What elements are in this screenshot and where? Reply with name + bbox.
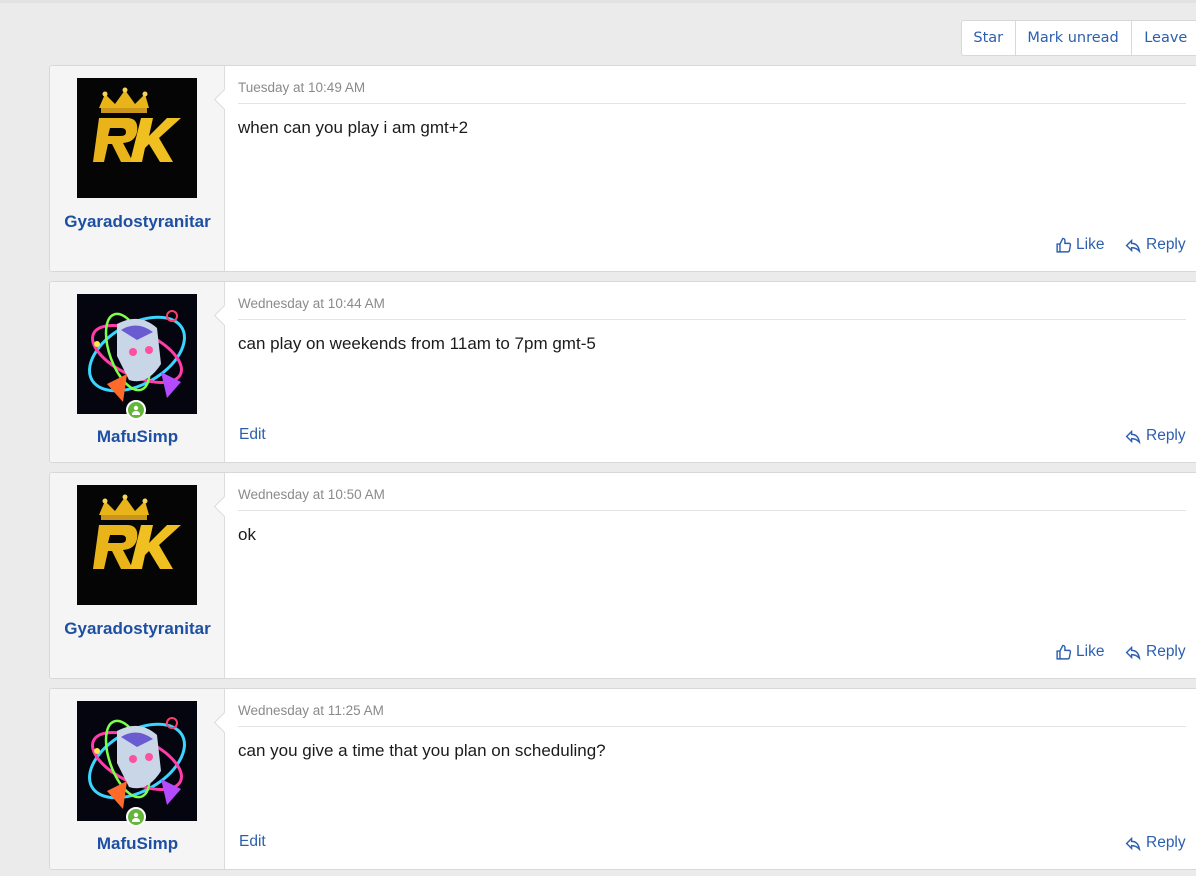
message-text: can play on weekends from 11am to 7pm gm…	[238, 334, 596, 353]
edit-button[interactable]: Edit	[239, 833, 266, 851]
thumbs-up-icon	[1056, 237, 1072, 253]
like-label: Like	[1076, 236, 1105, 253]
user-icon	[132, 812, 140, 822]
username-link[interactable]: MafuSimp	[50, 831, 225, 857]
divider	[238, 510, 1186, 511]
avatar[interactable]	[77, 294, 197, 414]
leave-button[interactable]: Leave	[1132, 21, 1196, 55]
online-status-indicator	[126, 807, 146, 827]
reply-icon	[1125, 429, 1141, 445]
message-content: Wednesday at 10:50 AM ok Like Reply	[225, 473, 1196, 678]
reply-label: Reply	[1146, 236, 1186, 253]
message-timestamp[interactable]: Wednesday at 11:25 AM	[238, 703, 384, 718]
message-2: MafuSimp Wednesday at 10:44 AM can play …	[49, 281, 1196, 463]
message-timestamp[interactable]: Wednesday at 10:44 AM	[238, 296, 385, 311]
divider	[238, 726, 1186, 727]
reply-icon	[1125, 836, 1141, 852]
message-user-info: MafuSimp	[50, 282, 225, 462]
user-icon	[132, 405, 140, 415]
star-button[interactable]: Star	[962, 21, 1016, 55]
message-user-info: MafuSimp	[50, 689, 225, 869]
thumbs-up-icon	[1056, 644, 1072, 660]
message-text: can you give a time that you plan on sch…	[238, 741, 606, 760]
username-link[interactable]: MafuSimp	[50, 424, 225, 450]
reply-icon	[1125, 645, 1141, 661]
reply-icon	[1125, 238, 1141, 254]
divider	[238, 319, 1186, 320]
username-link[interactable]: Gyaradostyranitar	[50, 616, 225, 642]
edit-label: Edit	[239, 426, 266, 443]
message-3: Gyaradostyranitar Wednesday at 10:50 AM …	[49, 472, 1196, 679]
username-link[interactable]: Gyaradostyranitar	[50, 209, 225, 235]
edit-label: Edit	[239, 833, 266, 850]
like-button[interactable]: Like	[1055, 643, 1104, 661]
edit-button[interactable]: Edit	[239, 426, 266, 444]
message-timestamp[interactable]: Tuesday at 10:49 AM	[238, 80, 365, 95]
message-content: Wednesday at 11:25 AM can you give a tim…	[225, 689, 1196, 869]
message-content: Wednesday at 10:44 AM can play on weeken…	[225, 282, 1196, 462]
message-user-info: Gyaradostyranitar	[50, 473, 225, 678]
reply-label: Reply	[1146, 834, 1186, 851]
message-text: ok	[238, 525, 256, 544]
reply-button[interactable]: Reply	[1124, 643, 1186, 661]
thread-actions-bar: Star Mark unread Leave	[961, 20, 1196, 56]
top-border	[0, 0, 1196, 3]
online-status-indicator	[126, 400, 146, 420]
avatar[interactable]	[77, 485, 197, 605]
reply-button[interactable]: Reply	[1124, 236, 1186, 254]
like-button[interactable]: Like	[1055, 236, 1104, 254]
message-timestamp[interactable]: Wednesday at 10:50 AM	[238, 487, 385, 502]
reply-button[interactable]: Reply	[1124, 834, 1186, 852]
mark-unread-button[interactable]: Mark unread	[1016, 21, 1132, 55]
reply-button[interactable]: Reply	[1124, 427, 1186, 445]
like-label: Like	[1076, 643, 1105, 660]
divider	[238, 103, 1186, 104]
message-1: Gyaradostyranitar Tuesday at 10:49 AM wh…	[49, 65, 1196, 272]
avatar[interactable]	[77, 701, 197, 821]
reply-label: Reply	[1146, 643, 1186, 660]
avatar[interactable]	[77, 78, 197, 198]
message-content: Tuesday at 10:49 AM when can you play i …	[225, 66, 1196, 271]
message-4: MafuSimp Wednesday at 11:25 AM can you g…	[49, 688, 1196, 870]
message-user-info: Gyaradostyranitar	[50, 66, 225, 271]
message-text: when can you play i am gmt+2	[238, 118, 469, 137]
reply-label: Reply	[1146, 427, 1186, 444]
